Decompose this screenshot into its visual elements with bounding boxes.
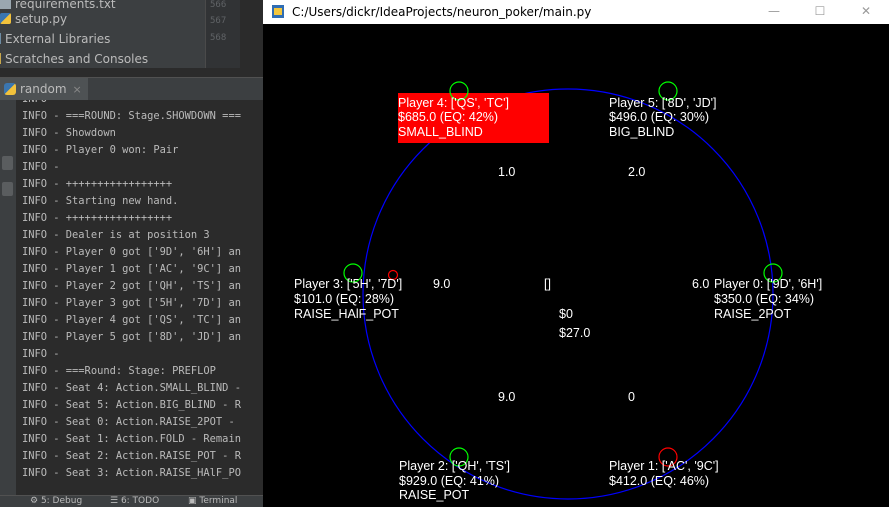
console-line: INFO - Showdown — [22, 127, 116, 139]
ide-window: requirements.txt setup.py External Libra… — [0, 0, 263, 507]
player-0-action: RAISE_2POT — [714, 307, 791, 321]
editor-area[interactable] — [240, 0, 263, 68]
community-cards: [] — [544, 277, 551, 291]
terminal-tab[interactable]: ▣ Terminal — [188, 496, 237, 506]
player-4-equity: $685.0 (EQ: 42%) — [398, 110, 498, 124]
library-icon — [0, 33, 1, 44]
console-line: INFO - Dealer is at position 3 — [22, 229, 210, 241]
tool-window-bar: ⚙ 5: Debug ☰ 6: TODO ▣ Terminal — [0, 495, 263, 507]
maximize-button[interactable]: ☐ — [797, 0, 843, 24]
stop-icon[interactable] — [2, 182, 13, 196]
table-circle — [362, 88, 774, 500]
console-line: INFO - Player 2 got ['QH', 'TS'] an — [22, 280, 241, 292]
player-3-action: RAISE_HAlF_POT — [294, 307, 399, 321]
line-number: 568 — [210, 33, 227, 43]
debug-icon: ⚙ — [30, 496, 41, 506]
console-line: INFO - Player 0 won: Pair — [22, 144, 179, 156]
project-item-setup[interactable]: setup.py — [0, 9, 67, 29]
close-button[interactable]: ✕ — [843, 0, 889, 24]
console-line: INFO - +++++++++++++++++ — [22, 178, 173, 190]
text-file-icon — [0, 0, 11, 9]
console-line: INFO - ===ROUND: Stage.SHOWDOWN === — [22, 110, 241, 122]
project-panel: requirements.txt setup.py External Libra… — [0, 0, 205, 68]
project-item-scratches[interactable]: Scratches and Consoles — [0, 49, 148, 68]
player-3-equity: $101.0 (EQ: 28%) — [294, 292, 394, 306]
console-line: INFO - — [22, 348, 66, 360]
bet-player-2: 9.0 — [498, 390, 515, 404]
poker-window: C:/Users/dickr/IdeaProjects/neuron_poker… — [263, 0, 889, 507]
console-line: INFO - ===Round: Stage: PREFLOP — [22, 365, 216, 377]
player-1-name: Player 1: ['AC', '9C'] — [609, 459, 719, 473]
run-tab-bar: random × — [0, 77, 263, 100]
todo-icon: ☰ — [110, 496, 121, 506]
player-1-equity: $412.0 (EQ: 46%) — [609, 474, 709, 488]
console-line: INFO - Seat 1: Action.FOLD - Remain — [22, 433, 241, 445]
bet-player-1: 0 — [628, 390, 635, 404]
pot-total: $27.0 — [559, 326, 590, 340]
bet-player-3: 9.0 — [433, 277, 450, 291]
line-number: 567 — [210, 16, 227, 26]
python-icon — [4, 83, 16, 95]
console-line: INFO - — [22, 161, 66, 173]
console-line: INFO - Seat 3: Action.RAISE_HAlF_PO — [22, 467, 241, 479]
minimize-button[interactable]: — — [751, 0, 797, 24]
pot-main: $0 — [559, 307, 573, 321]
terminal-icon: ▣ — [188, 496, 200, 506]
run-console[interactable]: INFO - INFO - ===ROUND: Stage.SHOWDOWN =… — [16, 100, 263, 495]
player-5-equity: $496.0 (EQ: 30%) — [609, 110, 709, 124]
run-toolbar — [0, 100, 16, 495]
player-3-name: Player 3: ['5H', '7D'] — [294, 277, 402, 291]
player-2-action: RAISE_POT — [399, 488, 470, 502]
poker-table-canvas: Player 4: ['QS', 'TC'] $685.0 (EQ: 42%) … — [263, 24, 889, 507]
python-file-icon — [0, 13, 11, 24]
project-item-external-libraries[interactable]: External Libraries — [0, 29, 110, 49]
close-icon[interactable]: × — [73, 83, 82, 96]
player-0-equity: $350.0 (EQ: 34%) — [714, 292, 814, 306]
console-line: INFO - — [22, 100, 66, 108]
bet-player-4: 1.0 — [498, 165, 515, 179]
console-line: INFO - Player 4 got ['QS', 'TC'] an — [22, 314, 241, 326]
todo-tab[interactable]: ☰ 6: TODO — [110, 496, 159, 506]
player-4-name: Player 4: ['QS', 'TC'] — [398, 96, 509, 110]
scratches-icon — [0, 53, 1, 64]
console-line: INFO - Player 5 got ['8D', 'JD'] an — [22, 331, 241, 343]
player-0-name: Player 0: ['9D', '6H'] — [714, 277, 822, 291]
player-2-name: Player 2: ['QH', 'TS'] — [399, 459, 510, 473]
console-line: INFO - Player 0 got ['9D', '6H'] an — [22, 246, 241, 258]
python-window-icon — [272, 5, 284, 18]
bet-player-0: 6.0 — [692, 277, 709, 291]
run-tab-random[interactable]: random × — [0, 78, 88, 100]
window-title: C:/Users/dickr/IdeaProjects/neuron_poker… — [292, 5, 592, 19]
console-line: INFO - Player 3 got ['5H', '7D'] an — [22, 297, 241, 309]
player-5-name: Player 5: ['8D', 'JD'] — [609, 96, 717, 110]
console-line: INFO - Starting new hand. — [22, 195, 179, 207]
line-number: 566 — [210, 0, 227, 10]
console-line: INFO - +++++++++++++++++ — [22, 212, 173, 224]
player-4-action: SMALL_BLIND — [398, 125, 483, 139]
console-line: INFO - Seat 2: Action.RAISE_POT - R — [22, 450, 241, 462]
console-line: INFO - Player 1 got ['AC', '9C'] an — [22, 263, 241, 275]
window-titlebar[interactable]: C:/Users/dickr/IdeaProjects/neuron_poker… — [263, 0, 889, 24]
debug-tab[interactable]: ⚙ 5: Debug — [30, 496, 82, 506]
console-line: INFO - Seat 0: Action.RAISE_2POT - — [22, 416, 241, 428]
bet-player-5: 2.0 — [628, 165, 645, 179]
rerun-icon[interactable] — [2, 156, 13, 170]
player-2-equity: $929.0 (EQ: 41%) — [399, 474, 499, 488]
console-line: INFO - Seat 5: Action.BIG_BLIND - R — [22, 399, 241, 411]
player-5-action: BIG_BLIND — [609, 125, 674, 139]
console-line: INFO - Seat 4: Action.SMALL_BLIND - — [22, 382, 241, 394]
